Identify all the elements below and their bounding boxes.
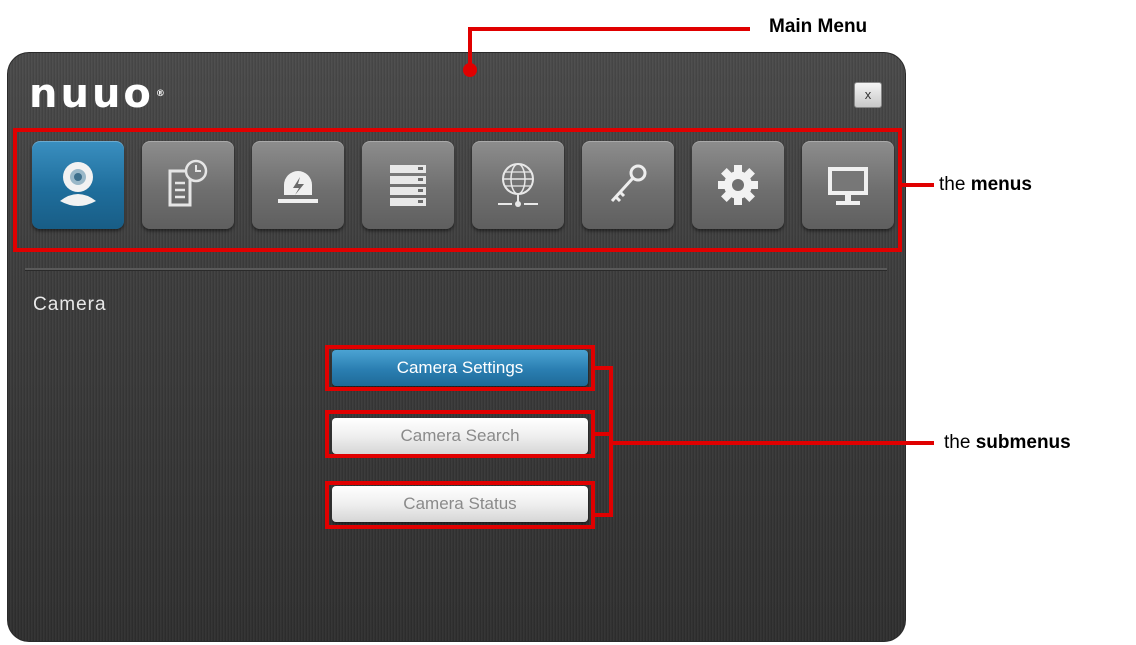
menus-annotation: the menus bbox=[939, 174, 1032, 195]
section-divider bbox=[25, 268, 887, 271]
nuuo-logo: nuuo ® bbox=[29, 72, 165, 116]
logo-text: nuuo bbox=[29, 71, 154, 117]
submenus-callout-line bbox=[613, 441, 934, 445]
main-menu-annotation: Main Menu bbox=[769, 16, 868, 37]
menus-callout-line bbox=[902, 183, 934, 187]
menus-highlight-box bbox=[13, 128, 902, 252]
logo-registered-mark: ® bbox=[155, 89, 165, 99]
main-menu-callout-dot bbox=[463, 63, 477, 77]
submenu-box-search bbox=[325, 410, 595, 458]
main-menu-callout-line bbox=[468, 27, 750, 31]
submenu-box-settings bbox=[325, 345, 595, 391]
submenu-box-status bbox=[325, 481, 595, 529]
submenus-annotation: the submenus bbox=[944, 432, 1071, 453]
close-button[interactable]: x bbox=[854, 82, 882, 108]
section-title: Camera bbox=[33, 294, 107, 315]
